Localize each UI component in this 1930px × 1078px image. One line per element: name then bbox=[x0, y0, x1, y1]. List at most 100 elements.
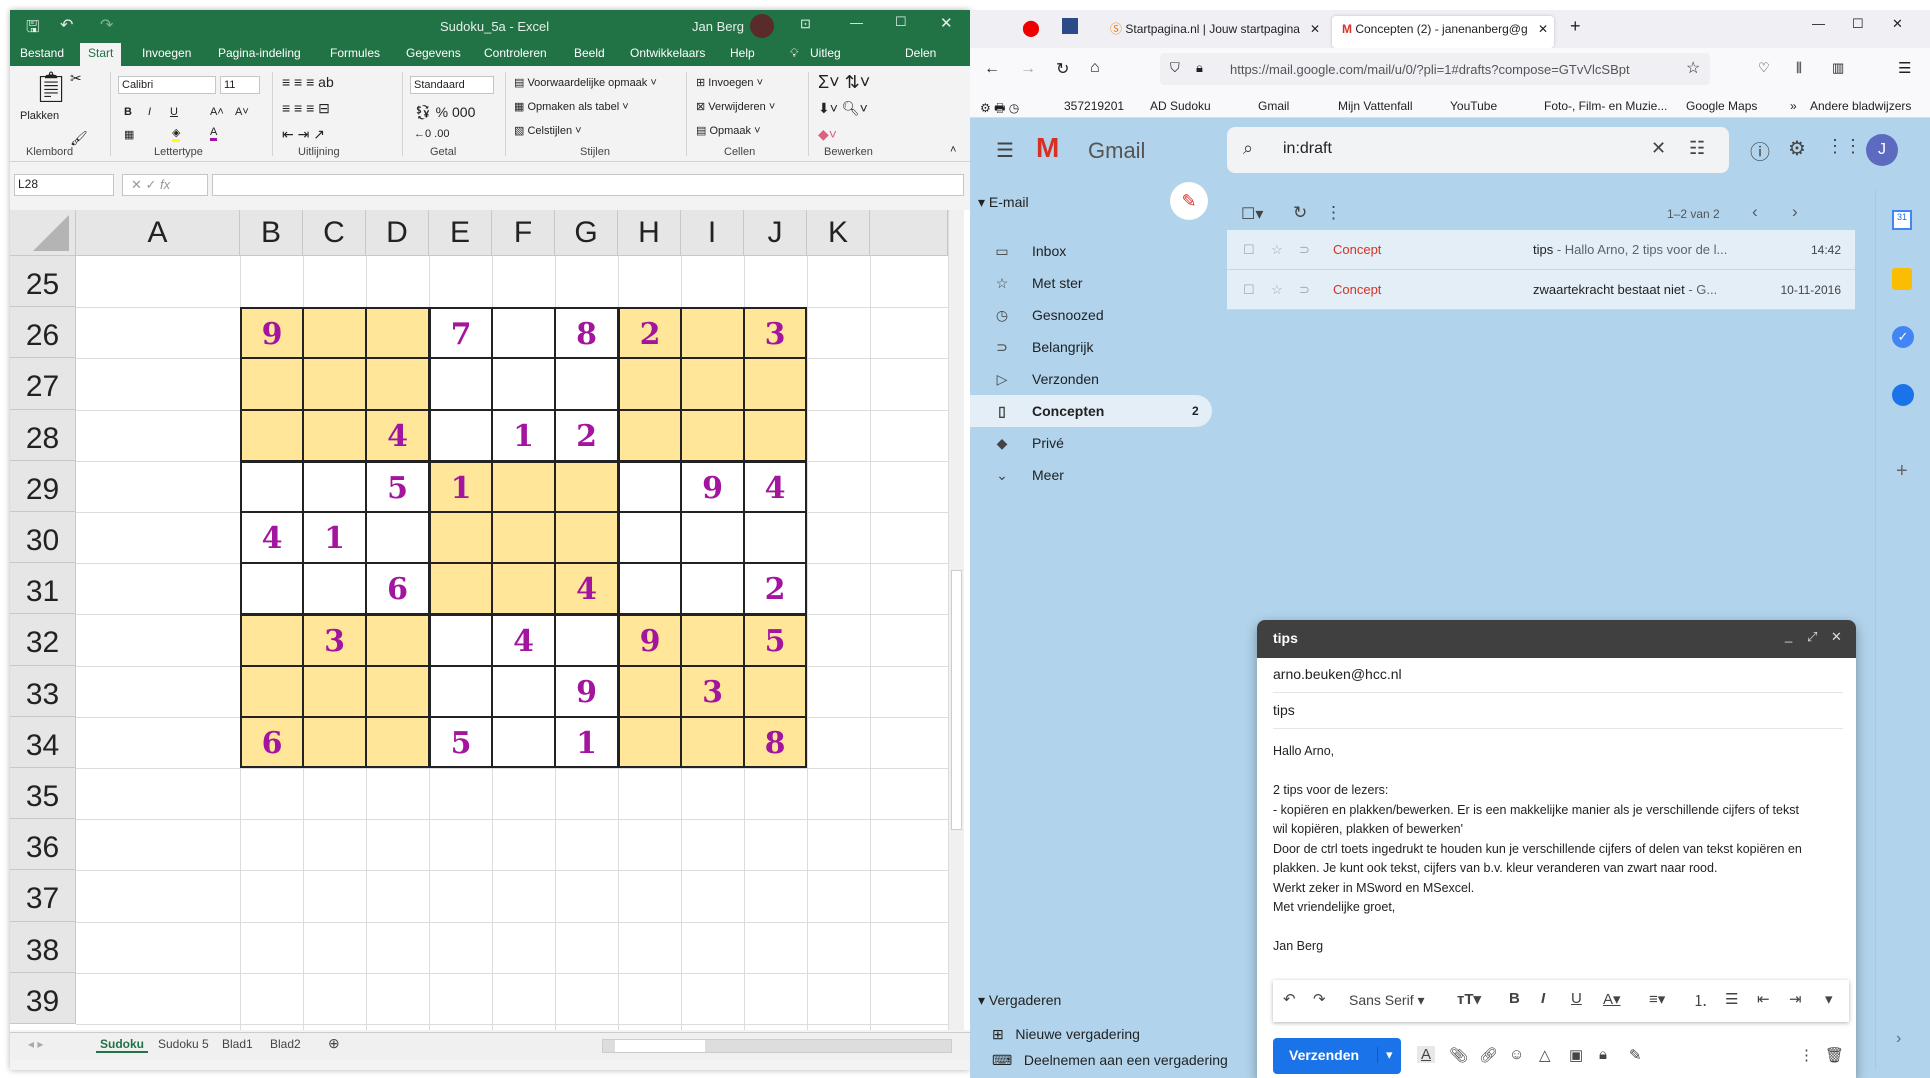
select-checkbox[interactable]: ☐▾ bbox=[1241, 204, 1263, 224]
row-header-29[interactable]: 29 bbox=[10, 460, 76, 512]
photo-icon[interactable]: ▣ bbox=[1569, 1046, 1583, 1064]
sudoku-cell[interactable] bbox=[429, 358, 492, 410]
forward-icon[interactable]: → bbox=[1020, 60, 1036, 78]
column-header-B[interactable]: B bbox=[240, 210, 303, 256]
row-header-26[interactable]: 26 bbox=[10, 307, 76, 359]
indent-more-icon[interactable]: ⇥ bbox=[1789, 990, 1802, 1008]
sudoku-cell[interactable]: 3 bbox=[744, 307, 807, 359]
italic-button[interactable]: I bbox=[148, 106, 151, 118]
attach-icon[interactable]: 📎︎ bbox=[1449, 1046, 1468, 1064]
autosum-icon[interactable]: Σ˅ ⇅˅ bbox=[818, 72, 870, 93]
sudoku-cell[interactable] bbox=[492, 512, 555, 564]
column-header-I[interactable]: I bbox=[681, 210, 744, 256]
column-header-A[interactable]: A bbox=[76, 210, 240, 256]
next-page-icon[interactable]: › bbox=[1792, 202, 1798, 222]
row-checkbox[interactable]: ☐ bbox=[1243, 270, 1255, 310]
calendar-icon[interactable]: 31 bbox=[1892, 210, 1912, 230]
sudoku-cell[interactable] bbox=[492, 563, 555, 615]
important-icon[interactable]: ⊃ bbox=[1299, 230, 1310, 270]
redo-icon[interactable]: ↷ bbox=[1313, 990, 1326, 1008]
font-size-icon[interactable]: тT▾ bbox=[1457, 990, 1481, 1008]
bookmark-youtube[interactable]: YouTube bbox=[1450, 99, 1497, 113]
message-body[interactable]: Hallo Arno, 2 tips voor de lezers: - kopië… bbox=[1257, 744, 1856, 974]
reload-icon[interactable]: ↻ bbox=[1056, 59, 1069, 79]
sudoku-cell[interactable]: 1 bbox=[429, 460, 492, 512]
font-select[interactable]: Sans Serif ▾ bbox=[1349, 992, 1425, 1009]
sudoku-cell[interactable] bbox=[618, 358, 681, 410]
search-input[interactable]: in:draft bbox=[1283, 140, 1332, 158]
vertical-scrollbar[interactable] bbox=[948, 210, 964, 1030]
gmail-logo-icon[interactable]: M bbox=[1036, 132, 1059, 164]
nav-item-1[interactable]: ☆ Met ster bbox=[970, 267, 1210, 299]
new-tab-icon[interactable]: + bbox=[1570, 16, 1581, 37]
sudoku-cell[interactable] bbox=[492, 307, 555, 359]
bulleted-list-icon[interactable]: ☰ bbox=[1725, 990, 1738, 1008]
sudoku-cell[interactable]: 2 bbox=[618, 307, 681, 359]
save-icon[interactable]: 🖫 bbox=[26, 16, 40, 43]
column-header-H[interactable]: H bbox=[618, 210, 681, 256]
compose-button[interactable]: ✎ bbox=[1170, 182, 1208, 220]
text-color-icon[interactable]: A▾ bbox=[1603, 990, 1621, 1008]
sudoku-cell[interactable]: 4 bbox=[744, 460, 807, 512]
sudoku-cell[interactable] bbox=[492, 460, 555, 512]
horizontal-align-icons[interactable]: ≡ ≡ ≡ ⊟ bbox=[282, 100, 330, 117]
sudoku-cell[interactable] bbox=[681, 563, 744, 615]
sudoku-cell[interactable] bbox=[429, 665, 492, 717]
sudoku-cell[interactable] bbox=[303, 409, 366, 461]
undo-icon[interactable]: ↶ bbox=[60, 15, 73, 35]
settings-icon[interactable]: ⚙ 🖶︎ ◷ bbox=[980, 99, 1019, 120]
maximize-icon[interactable]: ☐ bbox=[1852, 16, 1864, 32]
underline-icon[interactable]: U bbox=[1571, 990, 1582, 1007]
tab-gegevens[interactable]: Gegevens bbox=[406, 46, 461, 60]
sudoku-cell[interactable] bbox=[429, 614, 492, 666]
help-icon[interactable]: ⓘ bbox=[1750, 136, 1770, 165]
sudoku-cell[interactable] bbox=[555, 358, 618, 410]
prev-page-icon[interactable]: ‹ bbox=[1752, 202, 1758, 222]
conditional-formatting-button[interactable]: ▤ Voorwaardelijke opmaak ˅ bbox=[514, 76, 657, 89]
cut-icon[interactable]: ✂ bbox=[70, 70, 82, 87]
sudoku-cell[interactable]: 6 bbox=[366, 563, 429, 615]
align-icons[interactable]: ≡ ≡ ≡ ab bbox=[282, 74, 334, 90]
sudoku-cell[interactable] bbox=[366, 716, 429, 768]
lock-icon[interactable]: 🔒︎ bbox=[1196, 60, 1203, 76]
sudoku-cell[interactable]: 2 bbox=[744, 563, 807, 615]
more-formatting-icon[interactable]: ▾ bbox=[1825, 990, 1833, 1008]
bookmark-foto[interactable]: Foto-, Film- en Muzie... bbox=[1544, 99, 1667, 113]
sudoku-cell[interactable] bbox=[681, 614, 744, 666]
sudoku-cell[interactable] bbox=[366, 307, 429, 359]
sudoku-cell[interactable]: 5 bbox=[429, 716, 492, 768]
nav-item-7[interactable]: ⌄ Meer bbox=[970, 459, 1210, 491]
send-button[interactable]: Verzenden ▾ bbox=[1273, 1038, 1401, 1074]
sudoku-cell[interactable] bbox=[681, 307, 744, 359]
email-row[interactable]: ☐ ☆ ⊃ Concept zwaartekracht bestaat niet… bbox=[1227, 270, 1855, 310]
numbered-list-icon[interactable]: ⒈ bbox=[1693, 990, 1708, 1011]
sidebar-icon[interactable]: ▥ bbox=[1832, 60, 1844, 76]
sudoku-cell[interactable] bbox=[618, 665, 681, 717]
formula-input[interactable] bbox=[212, 174, 964, 196]
emoji-icon[interactable]: ☺ bbox=[1509, 1046, 1524, 1063]
tab-start[interactable]: Start bbox=[80, 43, 122, 66]
formula-buttons[interactable]: ✕ ✓ fx bbox=[122, 174, 208, 196]
discard-icon[interactable]: 🗑︎ bbox=[1825, 1046, 1844, 1064]
expand-panel-icon[interactable]: › bbox=[1896, 1030, 1901, 1048]
bookmark-google-maps[interactable]: Google Maps bbox=[1686, 99, 1757, 113]
star-icon[interactable]: ☆ bbox=[1271, 270, 1283, 310]
column-header-K[interactable]: K bbox=[807, 210, 870, 256]
row-header-27[interactable]: 27 bbox=[10, 358, 76, 410]
send-options-icon[interactable]: ▾ bbox=[1377, 1047, 1393, 1063]
bookmark-ad-sudoku[interactable]: AD Sudoku bbox=[1150, 99, 1211, 113]
add-addon-icon[interactable]: + bbox=[1896, 460, 1908, 483]
cell-styles-button[interactable]: ▧ Celstijlen ˅ bbox=[514, 124, 582, 137]
main-menu-icon[interactable]: ☰ bbox=[996, 138, 1014, 163]
sudoku-cell[interactable] bbox=[429, 409, 492, 461]
font-size-select[interactable]: 11 bbox=[220, 76, 260, 94]
email-row[interactable]: ☐ ☆ ⊃ Concept tips - Hallo Arno, 2 tips … bbox=[1227, 230, 1855, 270]
settings-icon[interactable]: ⚙ bbox=[1788, 136, 1806, 161]
sudoku-cell[interactable]: 1 bbox=[303, 512, 366, 564]
minimize-icon[interactable]: — bbox=[850, 15, 863, 30]
sudoku-cell[interactable]: 5 bbox=[744, 614, 807, 666]
row-header-35[interactable]: 35 bbox=[10, 768, 76, 820]
row-header-37[interactable]: 37 bbox=[10, 870, 76, 922]
collapse-ribbon-icon[interactable]: ˄ bbox=[950, 144, 956, 156]
sudoku-cell[interactable]: 3 bbox=[681, 665, 744, 717]
